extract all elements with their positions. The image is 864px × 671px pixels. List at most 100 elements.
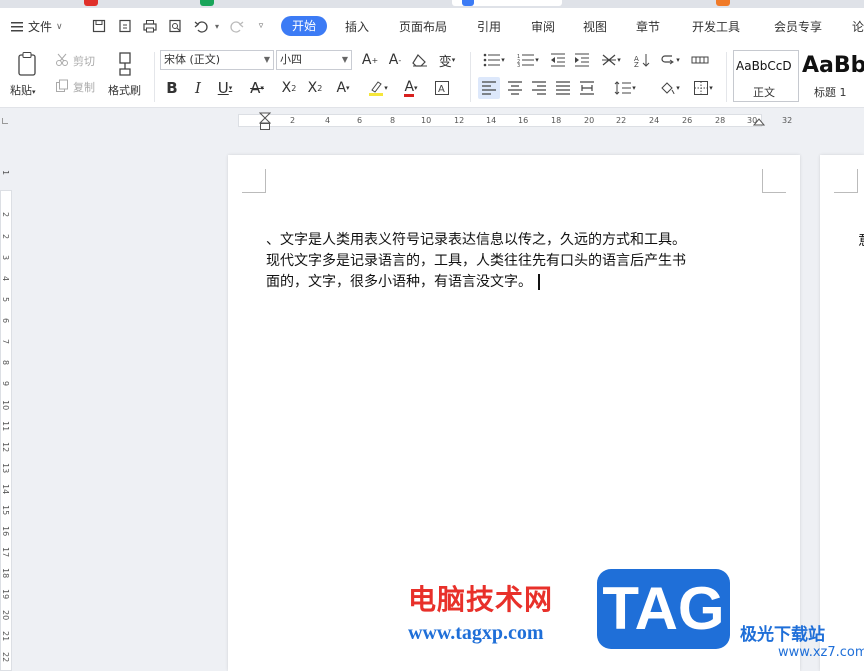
align-right-icon[interactable]	[528, 77, 550, 99]
chevron-down-icon: ∨	[56, 21, 63, 32]
vertical-ruler[interactable]: 1 2 2 3 4 5 6 7 8 9 10 11 12 13 14 15 16…	[0, 160, 13, 671]
tab-page-layout[interactable]: 页面布局	[399, 18, 447, 35]
tab-icon-red[interactable]	[84, 0, 98, 6]
file-menu[interactable]: 文件 ∨	[10, 18, 63, 35]
export-pdf-icon[interactable]	[116, 17, 134, 35]
tab-icon-green[interactable]	[200, 0, 214, 6]
tab-sections[interactable]: 章节	[636, 18, 660, 35]
text-effect-icon[interactable]: A ▾	[330, 78, 356, 98]
ruler-tick: 14	[1, 484, 10, 495]
watermark-site-url: www.xz7.com	[778, 645, 864, 660]
numbered-list-icon[interactable]: 1 2 3 ▾	[514, 51, 542, 69]
tab-review[interactable]: 审阅	[531, 18, 555, 35]
ruler-tick: 18	[551, 116, 562, 125]
save-icon[interactable]	[90, 17, 108, 35]
horizontal-ruler[interactable]: 2 4 6 8 10 12 14 16 18 20 22 24 26 28 30…	[228, 112, 800, 130]
ruler-tick: 8	[390, 116, 396, 125]
phonetic-guide-icon[interactable]: 变 ▾	[436, 51, 458, 70]
ribbon-separator	[726, 52, 727, 102]
sort-icon[interactable]: AZ	[632, 51, 652, 69]
document-body[interactable]: 、文字是人类用表义符号记录表达信息以传之，久远的方式和工具。 现代文字多是记录语…	[266, 230, 766, 293]
shading-icon[interactable]: ▾	[654, 77, 684, 99]
subscript-icon[interactable]: X2	[304, 78, 326, 98]
ribbon-separator	[154, 52, 155, 102]
align-center-icon[interactable]	[504, 77, 526, 99]
watermark-title: 电脑技术网	[408, 583, 554, 616]
superscript-icon[interactable]: X2	[278, 78, 300, 98]
table-tools-icon[interactable]	[690, 51, 710, 69]
paragraph-line: 面的，文字，很多小语种，有语言没文字。	[266, 274, 532, 290]
copy-icon	[54, 78, 70, 94]
ruler-tick: 19	[1, 589, 10, 600]
italic-icon[interactable]: I	[188, 78, 208, 98]
ruler-corner	[2, 118, 8, 124]
shrink-font-icon[interactable]: A-	[385, 51, 405, 69]
print-preview-icon[interactable]	[166, 17, 184, 35]
tab-home[interactable]: 开始	[281, 16, 327, 36]
tab-developer[interactable]: 开发工具	[692, 18, 740, 35]
line-spacing-icon[interactable]: ▾	[610, 77, 640, 99]
margin-mark	[834, 169, 858, 193]
distribute-icon[interactable]	[576, 77, 598, 99]
ruler-tick: 16	[518, 116, 529, 125]
copy-button[interactable]: 复制	[73, 79, 95, 95]
ruler-tick: 10	[1, 400, 10, 411]
align-left-icon[interactable]	[478, 77, 500, 99]
style-normal[interactable]: AaBbCcD 正文	[733, 50, 799, 102]
font-name-combo[interactable]: 宋体 (正文) ▼	[160, 50, 274, 70]
svg-text:3: 3	[517, 63, 520, 67]
cut-button[interactable]: 剪切	[73, 53, 95, 69]
chevron-down-icon: ▼	[263, 55, 270, 64]
ruler-tick: 2	[290, 116, 296, 125]
font-size-value: 小四	[280, 53, 302, 66]
ruler-tick: 2	[1, 234, 10, 240]
tab-more[interactable]: 论	[852, 18, 864, 35]
paste-icon[interactable]	[14, 50, 40, 78]
font-size-combo[interactable]: 小四 ▼	[276, 50, 352, 70]
chinese-layout-icon[interactable]: ▾	[596, 51, 626, 69]
paste-button[interactable]: 粘贴▾	[10, 82, 36, 98]
ruler-tick: 28	[715, 116, 726, 125]
file-menu-label: 文件	[28, 20, 53, 34]
margin-mark	[242, 169, 266, 193]
ruler-tick: 1	[1, 170, 10, 176]
style-normal-label: 正文	[753, 86, 775, 99]
borders-icon[interactable]: ▾	[688, 77, 718, 99]
ruler-tick: 9	[1, 381, 10, 387]
chevron-down-icon: ▼	[341, 55, 348, 64]
justify-icon[interactable]	[552, 77, 574, 99]
undo-dropdown-icon[interactable]: ▾	[208, 17, 226, 35]
tab-references[interactable]: 引用	[477, 18, 501, 35]
redo-icon[interactable]	[228, 17, 246, 35]
ruler-tick: 21	[1, 631, 10, 642]
ruler-tick: 8	[1, 360, 10, 366]
ruler-tick: 17	[1, 547, 10, 558]
bold-icon[interactable]: B	[162, 78, 182, 98]
print-icon[interactable]	[141, 17, 159, 35]
style-heading1[interactable]: AaBb 标题 1	[801, 50, 864, 102]
clear-format-icon[interactable]	[410, 51, 430, 69]
underline-icon[interactable]: U ▾	[212, 78, 238, 98]
indent-marker-icon[interactable]	[259, 112, 271, 130]
tab-icon-orange[interactable]	[716, 0, 730, 6]
decrease-indent-icon[interactable]	[548, 51, 568, 69]
char-border-icon[interactable]: A	[432, 78, 452, 98]
tab-view[interactable]: 视图	[583, 18, 607, 35]
show-marks-icon[interactable]: ▾	[656, 51, 684, 69]
bullet-list-icon[interactable]: ▾	[480, 51, 508, 69]
style-normal-preview: AaBbCcD	[736, 59, 792, 73]
document-page-next[interactable]: 意	[820, 155, 864, 671]
quick-access-more-icon[interactable]: ▿	[252, 17, 270, 35]
ruler-tick: 10	[421, 116, 432, 125]
font-name-value: 宋体 (正文)	[164, 53, 221, 66]
tab-member[interactable]: 会员专享	[774, 18, 822, 35]
highlight-icon[interactable]: ▾	[364, 78, 392, 98]
ruler-tick: 11	[1, 421, 10, 432]
tab-insert[interactable]: 插入	[345, 18, 369, 35]
font-color-icon[interactable]: A ▾	[398, 78, 424, 98]
strikethrough-icon[interactable]: A ▾	[244, 78, 270, 98]
grow-font-icon[interactable]: A +	[360, 51, 380, 69]
increase-indent-icon[interactable]	[572, 51, 592, 69]
format-painter-icon[interactable]	[114, 50, 136, 78]
format-painter-button[interactable]: 格式刷	[108, 82, 141, 98]
